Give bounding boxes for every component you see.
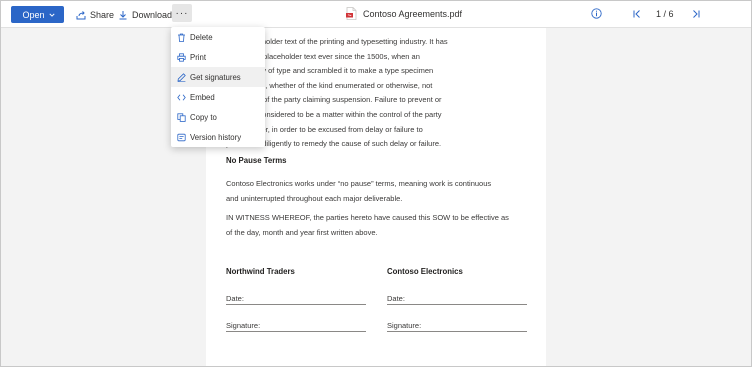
menu-item-label: Print [190,52,207,62]
menu-item-embed[interactable]: Embed [171,87,265,107]
witness-paragraph: IN WITNESS WHEREOF, the parties hereto h… [226,211,536,240]
text-line: IN WITNESS WHEREOF, the parties hereto h… [226,213,509,222]
no-pause-paragraph: Contoso Electronics works under “no paus… [226,177,536,206]
open-button-label: Open [22,9,45,20]
section-heading: No Pause Terms [226,156,287,165]
right-date-line [387,304,527,305]
menu-item-delete[interactable]: Delete [171,27,265,47]
menu-item-label: Copy to [190,112,217,122]
toolbar: Open Share Download ··· Contoso Agreemen… [1,1,751,28]
text-line: other cause, whether of the kind enumera… [226,80,433,90]
open-button[interactable]: Open [11,6,64,23]
left-date-line [226,304,366,305]
code-icon [177,94,186,101]
menu-item-label: Get signatures [190,72,241,82]
page-indicator: 1 / 6 [656,9,674,19]
chevron-down-icon [48,13,55,17]
right-signature-label: Signature: [387,321,422,330]
right-signature-line [387,331,527,332]
menu-item-print[interactable]: Print [171,47,265,67]
right-date-label: Date: [387,294,405,303]
right-party-name: Contoso Electronics [387,267,463,276]
download-label: Download [132,10,173,20]
text-line: and uninterrupted throughout each major … [226,193,403,203]
text-line: of the day, month and year first written… [226,227,378,237]
first-page-icon[interactable] [632,9,642,19]
more-options-menu: Delete Print Get signatures Embed Copy t… [171,27,265,147]
more-options-button[interactable]: ··· [172,4,192,22]
text-line: mply placeholder text of the printing an… [226,37,448,46]
menu-item-label: Delete [190,32,213,42]
document-title-text: Contoso Agreements.pdf [363,8,463,19]
app-window: Open Share Download ··· Contoso Agreemen… [0,0,752,367]
text-line: Contoso Electronics works under “no paus… [226,179,492,188]
menu-item-get-signatures[interactable]: Get signatures [171,67,265,87]
info-icon[interactable] [591,8,602,19]
download-button[interactable]: Download [118,7,172,23]
menu-item-version-history[interactable]: Version history [171,127,265,147]
left-date-label: Date: [226,294,244,303]
text-line: all not be considered to be a matter wit… [226,109,442,119]
share-icon [76,11,86,20]
menu-item-copy-to[interactable]: Copy to [171,107,265,127]
last-page-icon[interactable] [691,9,701,19]
left-party-name: Northwind Traders [226,267,295,276]
download-icon [119,11,127,20]
pdf-file-icon [346,7,357,20]
text-line: y must act diligently to remedy the caus… [226,139,442,149]
left-signature-line [226,331,366,332]
trash-icon [178,33,185,42]
left-signature-label: Signature: [226,321,261,330]
text-line: ook a galley of type and scrambled it to… [226,66,434,76]
pen-icon [177,73,186,82]
share-button[interactable]: Share [76,7,114,23]
menu-item-label: Version history [190,132,242,142]
text-line: the control of the party claiming suspen… [226,95,442,105]
text-line: s standard placeholder text ever since t… [226,51,420,61]
copy-icon [177,113,186,122]
text-line: on. However, in order to be excused from… [226,124,423,134]
menu-item-label: Embed [190,92,215,102]
more-options-icon: ··· [175,7,189,19]
history-icon [177,133,186,142]
printer-icon [177,53,186,62]
share-label: Share [90,10,115,20]
body-paragraph: mply placeholder text of the printing an… [226,35,536,152]
document-title: Contoso Agreements.pdf [346,7,462,20]
